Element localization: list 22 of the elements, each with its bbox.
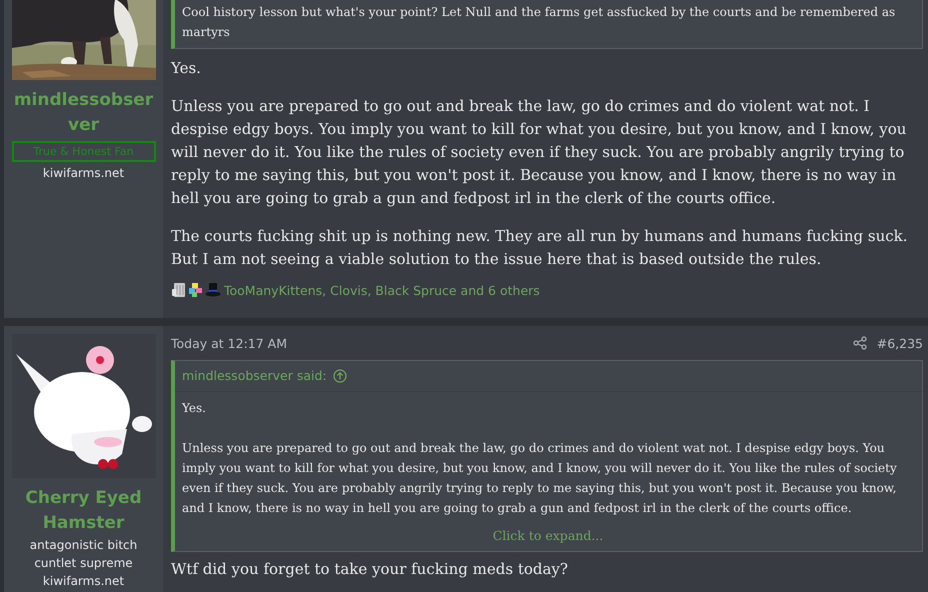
user-info: kiwifarms.net <box>42 165 124 182</box>
username[interactable]: mindlessobserver <box>12 88 156 138</box>
post-text: The courts fucking shit up is nothing new. They are all run by humans and humans fucking suck. But I am not seeing a viable solution to the issue here that is based outside the rules. <box>171 226 908 270</box>
quote-attribution[interactable]: mindlessobserver said: <box>182 366 327 386</box>
post-text: Wtf did you forget to take your fucking meds today? <box>171 559 569 580</box>
quote-text: Unless you are prepared to go out and break the law, go do crimes and do violent wat not. I despise edgy boys. You imply you want to kill for what you desire, but you know, and I know, you will never do it. You like the rules of society even if they suck. You are probably angrily trying to reply to me saying this, but you won't post it. Because you know, and I know, there is no way in hell you are going to grab a gun and fedpost irl in the clerk of the courts office. <box>182 440 898 517</box>
post-text: Unless you are prepared to go out and break the law, go do crimes and do violent wat not. I despise edgy boys. You imply you want to kill for what you desire, but you know, and I know, you will never do it. You like the rules of society even if they suck. You are probably angrily trying to reply to me saying this, but you won't post it. Because you know, and I know, there is no way in hell you are going to grab a gun and fedpost irl in the clerk of the courts office. <box>171 96 908 209</box>
user-banner: True & Honest Fan <box>12 141 156 162</box>
top-hat-icon <box>205 282 221 298</box>
share-icon[interactable] <box>852 336 867 350</box>
post-number[interactable]: #6,235 <box>876 336 923 350</box>
post-date[interactable]: Today at 12:17 AM <box>171 336 287 350</box>
user-info: kiwifarms.net <box>42 573 124 590</box>
post-text: Yes. <box>171 58 202 79</box>
document-icon <box>171 282 187 298</box>
reaction-names[interactable]: TooManyKittens, Clovis, Black Spruce and 6 others <box>224 282 540 298</box>
quote-text: Yes. <box>182 400 207 417</box>
username[interactable]: Cherry Eyed Hamster <box>12 486 156 536</box>
expand-link[interactable]: Click to expand... <box>492 528 604 543</box>
quote-text: Cool history lesson but what's your point? Let Null and the farms get assfucked by the courts and be remembered as martyrs <box>182 4 896 41</box>
arrow-up-icon[interactable] <box>332 369 347 383</box>
puzzle-icon <box>188 282 204 298</box>
